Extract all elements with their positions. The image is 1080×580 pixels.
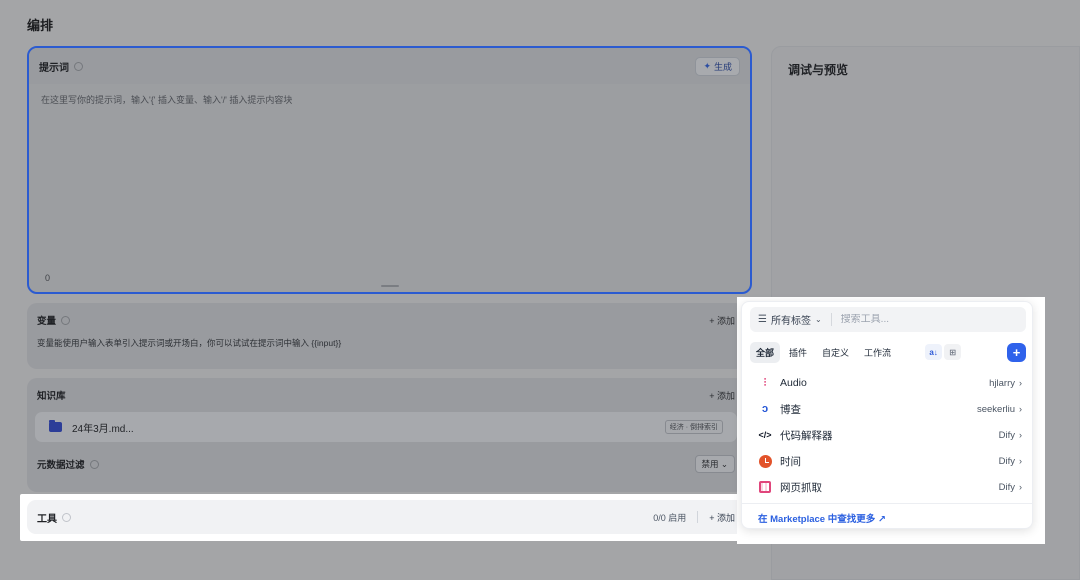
tool-item-code-interpreter[interactable]: </> 代码解释器 Dify ›	[742, 422, 1032, 448]
audio-icon: ⫶	[763, 376, 767, 389]
prompt-title: 提示词	[39, 62, 69, 74]
bocha-icon: ↄ	[761, 403, 769, 415]
variables-section: 变量 + 添加 变量能使用户输入表单引入提示词或开场白，你可以试试在提示词中输入…	[27, 303, 745, 369]
knowledge-section: 知识库 + 添加 24年3月.md... 经济 · 倒排索引 元数据过滤 禁用 …	[27, 378, 745, 492]
chevron-right-icon: ›	[1019, 430, 1022, 440]
prompt-textarea[interactable]: 在这里写你的提示词，输入'{' 插入变量、输入'/' 插入提示内容块	[29, 84, 750, 115]
tool-item-author: Dify	[998, 429, 1015, 441]
tools-section-highlight: 工具 0/0 启用 + 添加	[20, 494, 754, 541]
sort-az-icon[interactable]: a↓	[925, 344, 943, 360]
divider	[697, 511, 699, 523]
char-count: 0	[45, 273, 51, 283]
divider	[830, 313, 832, 326]
tool-search-bar: ☰ 所有标签 ⌄	[750, 307, 1026, 332]
tab-all[interactable]: 全部	[750, 341, 781, 363]
knowledge-item[interactable]: 24年3月.md... 经济 · 倒排索引	[35, 412, 737, 442]
view-toggle: a↓ ⊞	[925, 344, 962, 360]
tools-enabled-count: 0/0 启用	[653, 512, 687, 523]
tab-custom[interactable]: 自定义	[816, 342, 855, 363]
knowledge-title: 知识库	[37, 391, 66, 402]
resize-handle[interactable]	[381, 285, 399, 287]
tree-view-icon[interactable]: ⊞	[944, 344, 962, 360]
knowledge-item-tag: 经济 · 倒排索引	[664, 420, 723, 434]
tool-item-webscraper[interactable]: 网页抓取 Dify ›	[742, 474, 1032, 500]
tool-category-tabs: 全部 插件 自定义 工作流 a↓ ⊞ +	[750, 340, 1026, 364]
filter-icon: ☰	[758, 314, 767, 325]
sparkle-icon: ✦	[703, 60, 711, 71]
tool-item-audio[interactable]: ⫶ Audio hjlarry ›	[742, 370, 1032, 396]
tool-item-bocha[interactable]: ↄ 博查 seekerliu ›	[742, 396, 1032, 422]
tool-picker-popup: ☰ 所有标签 ⌄ 全部 插件 自定义 工作流 a↓ ⊞ + ⫶ Audio hj…	[741, 301, 1033, 529]
chevron-right-icon: ›	[1019, 456, 1022, 466]
chevron-right-icon: ›	[1019, 404, 1022, 414]
webscraper-icon	[758, 480, 772, 494]
tool-item-name: 时间	[780, 455, 801, 468]
variables-description: 变量能使用户输入表单引入提示词或开场白，你可以试试在提示词中输入 {{input…	[37, 338, 342, 348]
variables-title: 变量	[37, 316, 57, 327]
folder-icon	[49, 420, 62, 432]
add-tool-button[interactable]: + 添加	[709, 511, 735, 524]
tool-item-author: seekerliu	[976, 403, 1015, 415]
metadata-filter-title: 元数据过滤	[37, 460, 85, 471]
tab-plugins[interactable]: 插件	[783, 342, 813, 363]
tool-item-name: Audio	[780, 377, 807, 389]
tool-item-name: 博查	[780, 403, 801, 416]
page-title: 编排	[27, 18, 54, 33]
preview-title: 调试与预览	[788, 63, 849, 77]
generate-label: 生成	[713, 61, 732, 72]
help-icon[interactable]	[89, 459, 99, 469]
tools-section: 工具 0/0 启用 + 添加	[27, 500, 747, 534]
tag-filter-dropdown[interactable]: 所有标签	[771, 312, 811, 327]
add-knowledge-button[interactable]: + 添加	[709, 389, 735, 402]
help-icon[interactable]	[62, 512, 71, 522]
chevron-down-icon: ⌄	[814, 315, 822, 324]
marketplace-link[interactable]: 在 Marketplace 中查找更多 ↗	[758, 511, 886, 525]
divider	[742, 503, 1032, 504]
add-variable-button[interactable]: + 添加	[709, 314, 735, 327]
tool-list: ⫶ Audio hjlarry › ↄ 博查 seekerliu › </> 代…	[742, 370, 1032, 500]
time-icon	[758, 454, 772, 468]
tool-item-author: Dify	[998, 455, 1015, 467]
tool-item-time[interactable]: 时间 Dify ›	[742, 448, 1032, 474]
tab-workflow[interactable]: 工作流	[858, 342, 897, 363]
metadata-filter-select[interactable]: 禁用 ⌄	[694, 455, 735, 473]
tool-search-input[interactable]	[840, 314, 991, 325]
tool-item-author: hjlarry	[989, 377, 1015, 389]
chevron-right-icon: ›	[1019, 482, 1022, 492]
create-tool-button[interactable]: +	[1007, 342, 1026, 362]
generate-button[interactable]: ✦ 生成	[695, 56, 740, 76]
chevron-right-icon: ›	[1019, 378, 1022, 388]
prompt-editor-card[interactable]: 提示词 ✦ 生成 在这里写你的提示词，输入'{' 插入变量、输入'/' 插入提示…	[27, 46, 752, 294]
knowledge-item-name: 24年3月.md...	[72, 423, 134, 435]
tool-item-author: Dify	[998, 481, 1015, 493]
code-icon: </>	[758, 430, 772, 440]
help-icon[interactable]	[61, 315, 71, 325]
tool-item-name: 代码解释器	[780, 429, 833, 442]
tool-item-name: 网页抓取	[780, 481, 822, 494]
help-icon[interactable]	[74, 61, 83, 71]
tools-title: 工具	[37, 513, 57, 525]
prompt-header: 提示词 ✦ 生成	[29, 48, 750, 84]
